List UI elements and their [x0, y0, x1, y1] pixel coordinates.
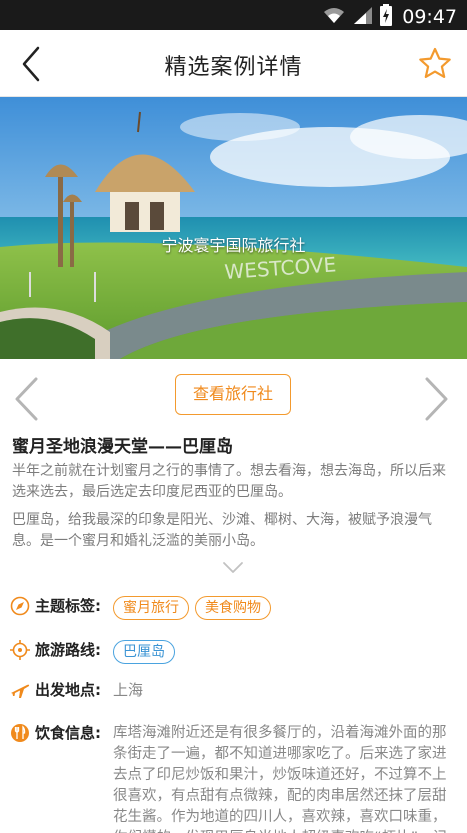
- hero-banner-image: WESTCOVE 宁波寰宇国际旅行社: [0, 97, 467, 359]
- top-navigation-bar: 精选案例详情: [0, 30, 467, 97]
- page-title: 精选案例详情: [164, 55, 303, 80]
- fork-knife-icon: [10, 723, 30, 743]
- route-tag[interactable]: 巴厘岛: [113, 640, 175, 664]
- wifi-icon: [322, 5, 346, 29]
- agency-caption: 宁波寰宇国际旅行社: [161, 236, 306, 255]
- navigation-compass-icon: [10, 596, 30, 616]
- case-paragraph: 半年之前就在计划蜜月之行的事情了。想去看海，想去海岛，所以后来选来选去，最后选定…: [12, 463, 446, 500]
- signal-icon: [352, 5, 374, 29]
- next-case-arrow-icon[interactable]: [421, 377, 451, 421]
- view-agency-button[interactable]: 查看旅行社: [175, 374, 291, 415]
- route-row: 旅游路线: 巴厘岛: [10, 640, 460, 664]
- theme-tags-label: 主题标签:: [35, 597, 101, 615]
- crosshair-target-icon: [10, 640, 30, 660]
- clock-time: 09:47: [402, 6, 457, 28]
- theme-tag[interactable]: 蜜月旅行: [113, 596, 189, 620]
- case-switcher: 查看旅行社: [0, 359, 467, 423]
- food-info-label: 饮食信息:: [35, 724, 101, 742]
- route-label: 旅游路线:: [35, 641, 101, 659]
- expand-chevron-down-icon[interactable]: [222, 560, 244, 574]
- food-info-row: 饮食信息: 库塔海滩附近还是有很多餐厅的，沿着海滩外面的那条街走了一遍，都不知道…: [10, 723, 460, 833]
- case-title: 蜜月圣地浪漫天堂——巴厘岛: [12, 437, 233, 457]
- favorite-star-icon[interactable]: [417, 46, 453, 82]
- previous-case-arrow-icon[interactable]: [12, 377, 42, 421]
- status-bar: 09:47: [0, 0, 467, 30]
- case-paragraph: 巴厘岛，给我最深的印象是阳光、沙滩、椰树、大海，被赋予浪漫气息。是一个蜜月和婚礼…: [12, 512, 432, 549]
- airplane-icon: [10, 680, 30, 700]
- departure-label: 出发地点:: [35, 681, 101, 699]
- beach-resort-illustration: WESTCOVE: [0, 97, 467, 359]
- departure-row: 出发地点: 上海: [10, 680, 460, 700]
- theme-tag[interactable]: 美食购物: [195, 596, 271, 620]
- theme-tags-row: 主题标签: 蜜月旅行 美食购物: [10, 596, 460, 620]
- food-info-text: 库塔海滩附近还是有很多餐厅的，沿着海滩外面的那条街走了一遍，都不知道进哪家吃了。…: [113, 725, 447, 833]
- departure-value: 上海: [113, 681, 144, 699]
- battery-charging-icon: [380, 4, 393, 30]
